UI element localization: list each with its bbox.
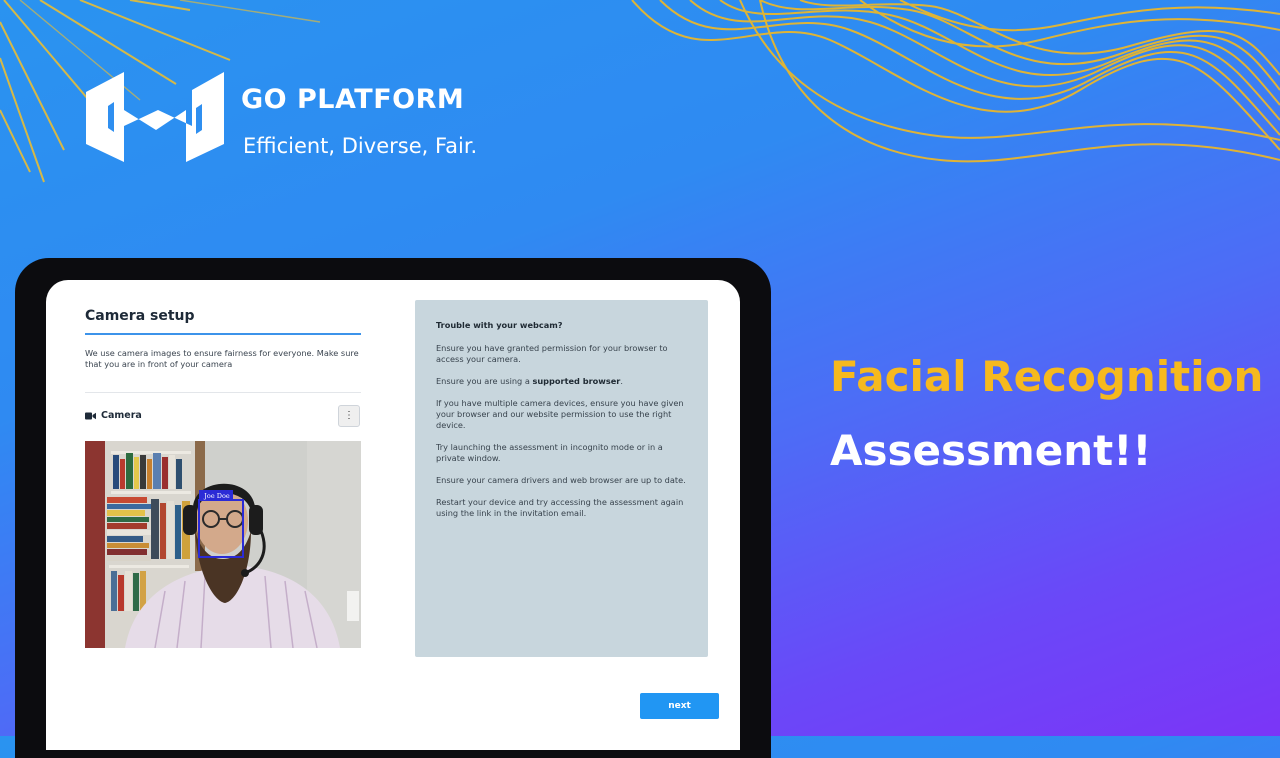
help-tip-incognito: Try launching the assessment in incognit… bbox=[436, 442, 663, 463]
supported-browser-link[interactable]: supported browser bbox=[532, 376, 620, 386]
help-tip-browser: Ensure you are using a supported browser… bbox=[436, 376, 687, 387]
camera-feed-image bbox=[85, 441, 361, 648]
help-tip-browser-prefix: Ensure you are using a bbox=[436, 376, 533, 386]
help-tip-restart: Restart your device and try accessing th… bbox=[436, 497, 684, 518]
camera-label: Camera bbox=[101, 410, 142, 421]
page-title: Camera setup bbox=[85, 308, 195, 324]
face-detection-label: Joe Doe bbox=[204, 492, 230, 500]
title-underline bbox=[85, 333, 361, 335]
next-button[interactable]: next bbox=[640, 693, 719, 719]
headline-facial-recognition: Facial Recognition bbox=[830, 352, 1264, 401]
camera-options-button[interactable]: ⋮ bbox=[338, 405, 360, 427]
help-heading: Trouble with your webcam? bbox=[436, 320, 563, 330]
help-tip-browser-suffix: . bbox=[620, 376, 623, 386]
brand-name: GO PLATFORM bbox=[241, 84, 465, 115]
brand-tagline: Efficient, Diverse, Fair. bbox=[243, 134, 478, 158]
camera-section-header: Camera bbox=[85, 410, 142, 421]
video-camera-icon bbox=[85, 412, 96, 419]
camera-preview: Joe Doe bbox=[85, 441, 361, 648]
webcam-help-panel: Trouble with your webcam? Ensure you hav… bbox=[415, 300, 708, 657]
intro-text: We use camera images to ensure fairness … bbox=[85, 348, 359, 369]
kebab-menu-icon: ⋮ bbox=[344, 410, 354, 421]
divider bbox=[85, 392, 361, 393]
help-tip-drivers: Ensure your camera drivers and web brows… bbox=[436, 475, 686, 485]
help-tip-devices: If you have multiple camera devices, ens… bbox=[436, 398, 684, 430]
go-platform-logo bbox=[86, 72, 224, 162]
headline-assessment: Assessment!! bbox=[830, 426, 1152, 475]
help-tip-permission: Ensure you have granted permission for y… bbox=[436, 343, 668, 364]
camera-setup-screen: Camera setup We use camera images to ens… bbox=[46, 280, 740, 750]
